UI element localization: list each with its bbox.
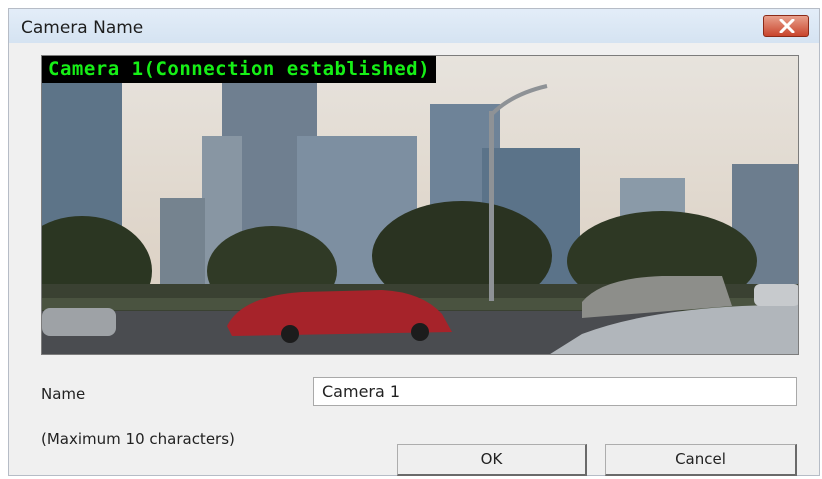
close-icon — [779, 19, 795, 33]
close-button[interactable] — [763, 15, 809, 37]
ok-button[interactable]: OK — [397, 444, 587, 476]
max-characters-hint: (Maximum 10 characters) — [41, 430, 235, 448]
name-label: Name — [41, 385, 86, 403]
name-input[interactable] — [313, 377, 797, 406]
camera-preview: Camera 1(Connection established) — [41, 55, 799, 355]
title-bar: Camera Name — [9, 9, 819, 43]
camera-image — [42, 56, 798, 354]
connection-status-overlay: Camera 1(Connection established) — [42, 56, 437, 83]
cancel-button[interactable]: Cancel — [605, 444, 797, 476]
camera-name-dialog: Camera Name Camera 1(Connection establis… — [8, 8, 820, 476]
window-title: Camera Name — [21, 18, 144, 38]
